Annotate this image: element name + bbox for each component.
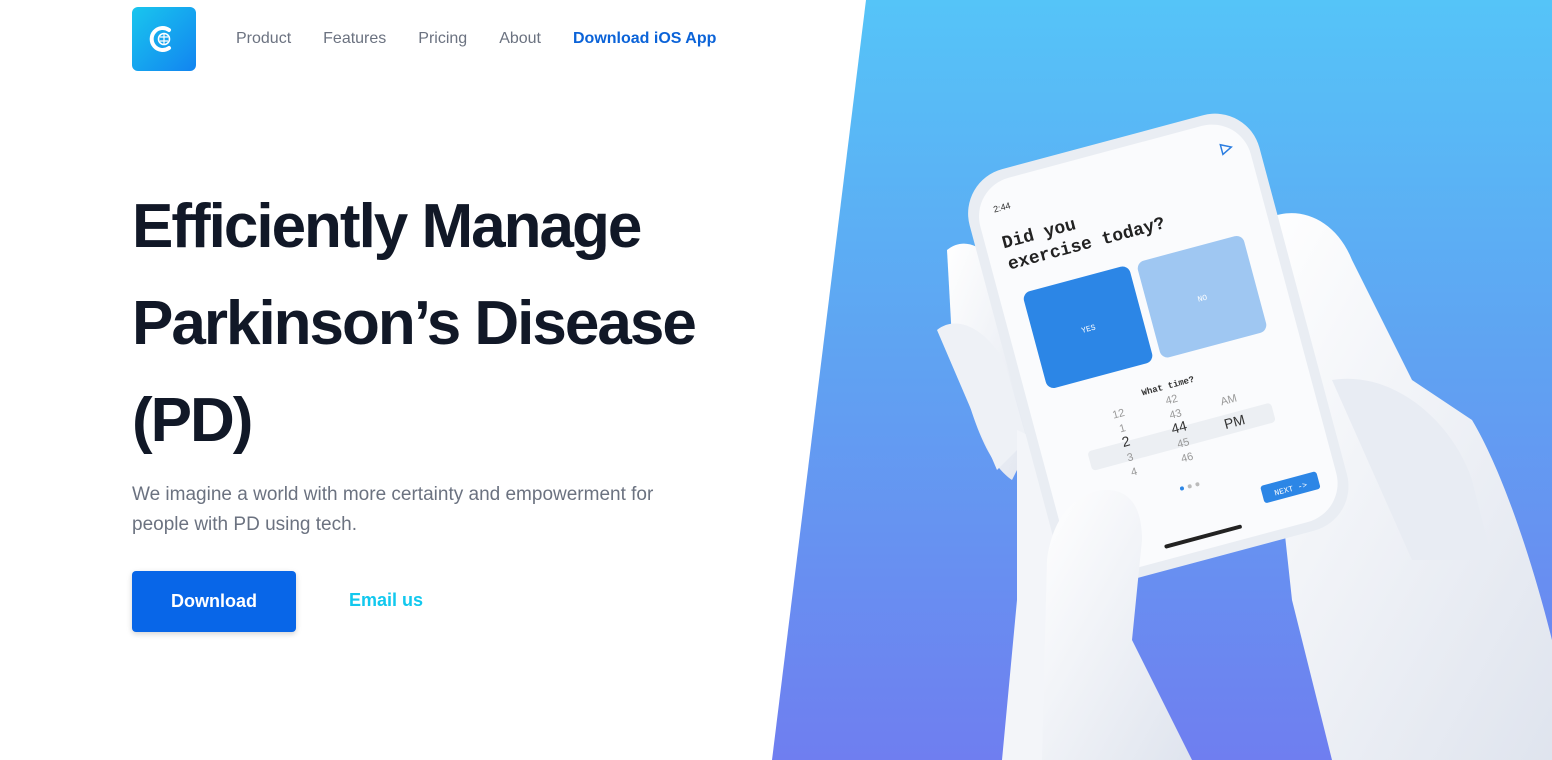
nav-pricing[interactable]: Pricing [418,28,467,50]
nav-product[interactable]: Product [236,28,291,50]
phone-in-hands-illustration: 2:44 Did you exercise today? YES NO What… [772,0,1552,760]
nav-download-ios-app[interactable]: Download iOS App [573,28,716,50]
brain-icon [149,26,171,52]
logo[interactable] [132,7,196,71]
headline-line-2: Parkinson’s Disease [132,289,697,358]
headline-line-1: Efficiently Manage [132,192,642,261]
hero-lead: We imagine a world with more certainty a… [132,484,654,535]
hero-headline: Efficiently Manage Parkinson’s Disease (… [132,178,772,469]
headline-line-3: (PD) [132,386,253,455]
illustration-svg: 2:44 Did you exercise today? YES NO What… [937,113,1552,760]
nav-about[interactable]: About [499,28,541,50]
nav-features[interactable]: Features [323,28,386,50]
main-nav: Product Features Pricing About Download … [236,28,716,50]
download-button[interactable]: Download [132,571,296,632]
email-us-link[interactable]: Email us [349,590,423,611]
